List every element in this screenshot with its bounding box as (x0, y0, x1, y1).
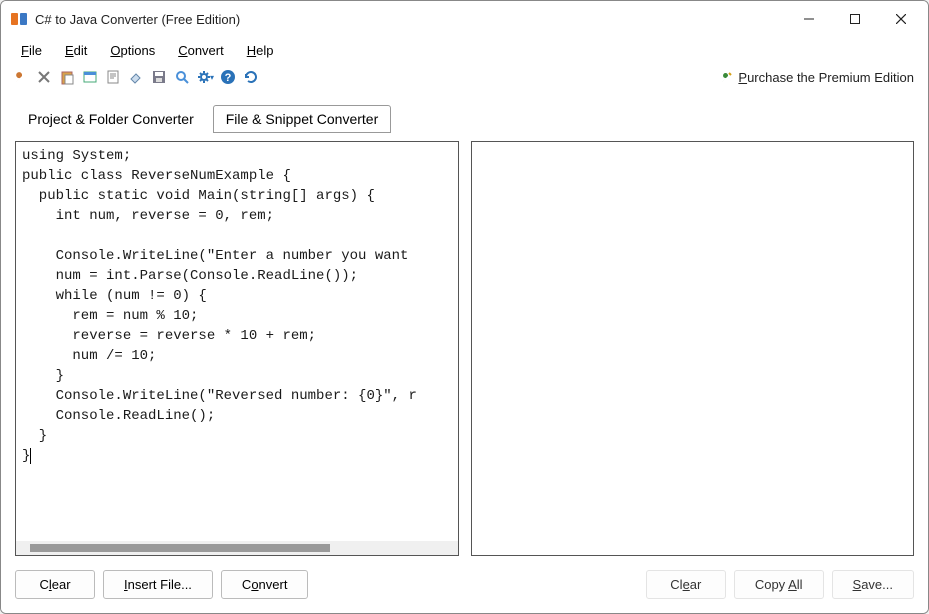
toolbar: ▾ ? Purchase the Premium Edition (1, 63, 928, 91)
close-icon (896, 14, 906, 24)
search-icon[interactable] (172, 67, 192, 87)
premium-icon (720, 70, 734, 84)
content-area: using System; public class ReverseNumExa… (1, 133, 928, 560)
eraser-icon[interactable] (126, 67, 146, 87)
chevron-down-icon: ▾ (210, 73, 214, 82)
copy-all-button[interactable]: Copy All (734, 570, 824, 599)
save-icon[interactable] (149, 67, 169, 87)
text-cursor (30, 448, 31, 464)
input-code-text[interactable]: using System; public class ReverseNumExa… (16, 142, 458, 541)
gear-icon[interactable]: ▾ (195, 67, 215, 87)
premium-link[interactable]: Purchase the Premium Edition (720, 70, 918, 85)
save-button[interactable]: Save... (832, 570, 914, 599)
window-icon[interactable] (80, 67, 100, 87)
menu-file[interactable]: File (11, 40, 52, 61)
menu-help[interactable]: Help (237, 40, 284, 61)
menu-edit[interactable]: Edit (55, 40, 97, 61)
app-icon (11, 11, 27, 27)
close-button[interactable] (878, 3, 924, 35)
clear-output-button[interactable]: Clear (646, 570, 726, 599)
convert-button[interactable]: Convert (221, 570, 309, 599)
minimize-button[interactable] (786, 3, 832, 35)
refresh-icon[interactable] (241, 67, 261, 87)
document-icon[interactable] (103, 67, 123, 87)
output-code-text[interactable] (472, 142, 914, 555)
tab-list: Project & Folder Converter File & Snippe… (1, 91, 928, 133)
help-icon[interactable]: ? (218, 67, 238, 87)
menubar: File Edit Options Convert Help (1, 37, 928, 63)
close-action-icon[interactable] (34, 67, 54, 87)
scrollbar-thumb[interactable] (30, 544, 330, 552)
paste-icon[interactable] (57, 67, 77, 87)
tab-file-snippet[interactable]: File & Snippet Converter (213, 105, 392, 133)
titlebar: C# to Java Converter (Free Edition) (1, 1, 928, 37)
clear-input-button[interactable]: Clear (15, 570, 95, 599)
button-bar: Clear Insert File... Convert Clear Copy … (1, 560, 928, 613)
output-code-pane[interactable] (471, 141, 915, 556)
wrench-icon[interactable] (11, 67, 31, 87)
menu-options[interactable]: Options (100, 40, 165, 61)
maximize-icon (850, 14, 860, 24)
svg-text:?: ? (225, 72, 232, 84)
insert-file-button[interactable]: Insert File... (103, 570, 213, 599)
maximize-button[interactable] (832, 3, 878, 35)
menu-convert[interactable]: Convert (168, 40, 234, 61)
minimize-icon (804, 14, 814, 24)
window-controls (786, 3, 924, 35)
app-window: C# to Java Converter (Free Edition) File… (0, 0, 929, 614)
input-code-pane[interactable]: using System; public class ReverseNumExa… (15, 141, 459, 556)
input-hscrollbar[interactable] (16, 541, 458, 555)
window-title: C# to Java Converter (Free Edition) (35, 12, 786, 27)
tab-project-folder[interactable]: Project & Folder Converter (15, 105, 207, 133)
